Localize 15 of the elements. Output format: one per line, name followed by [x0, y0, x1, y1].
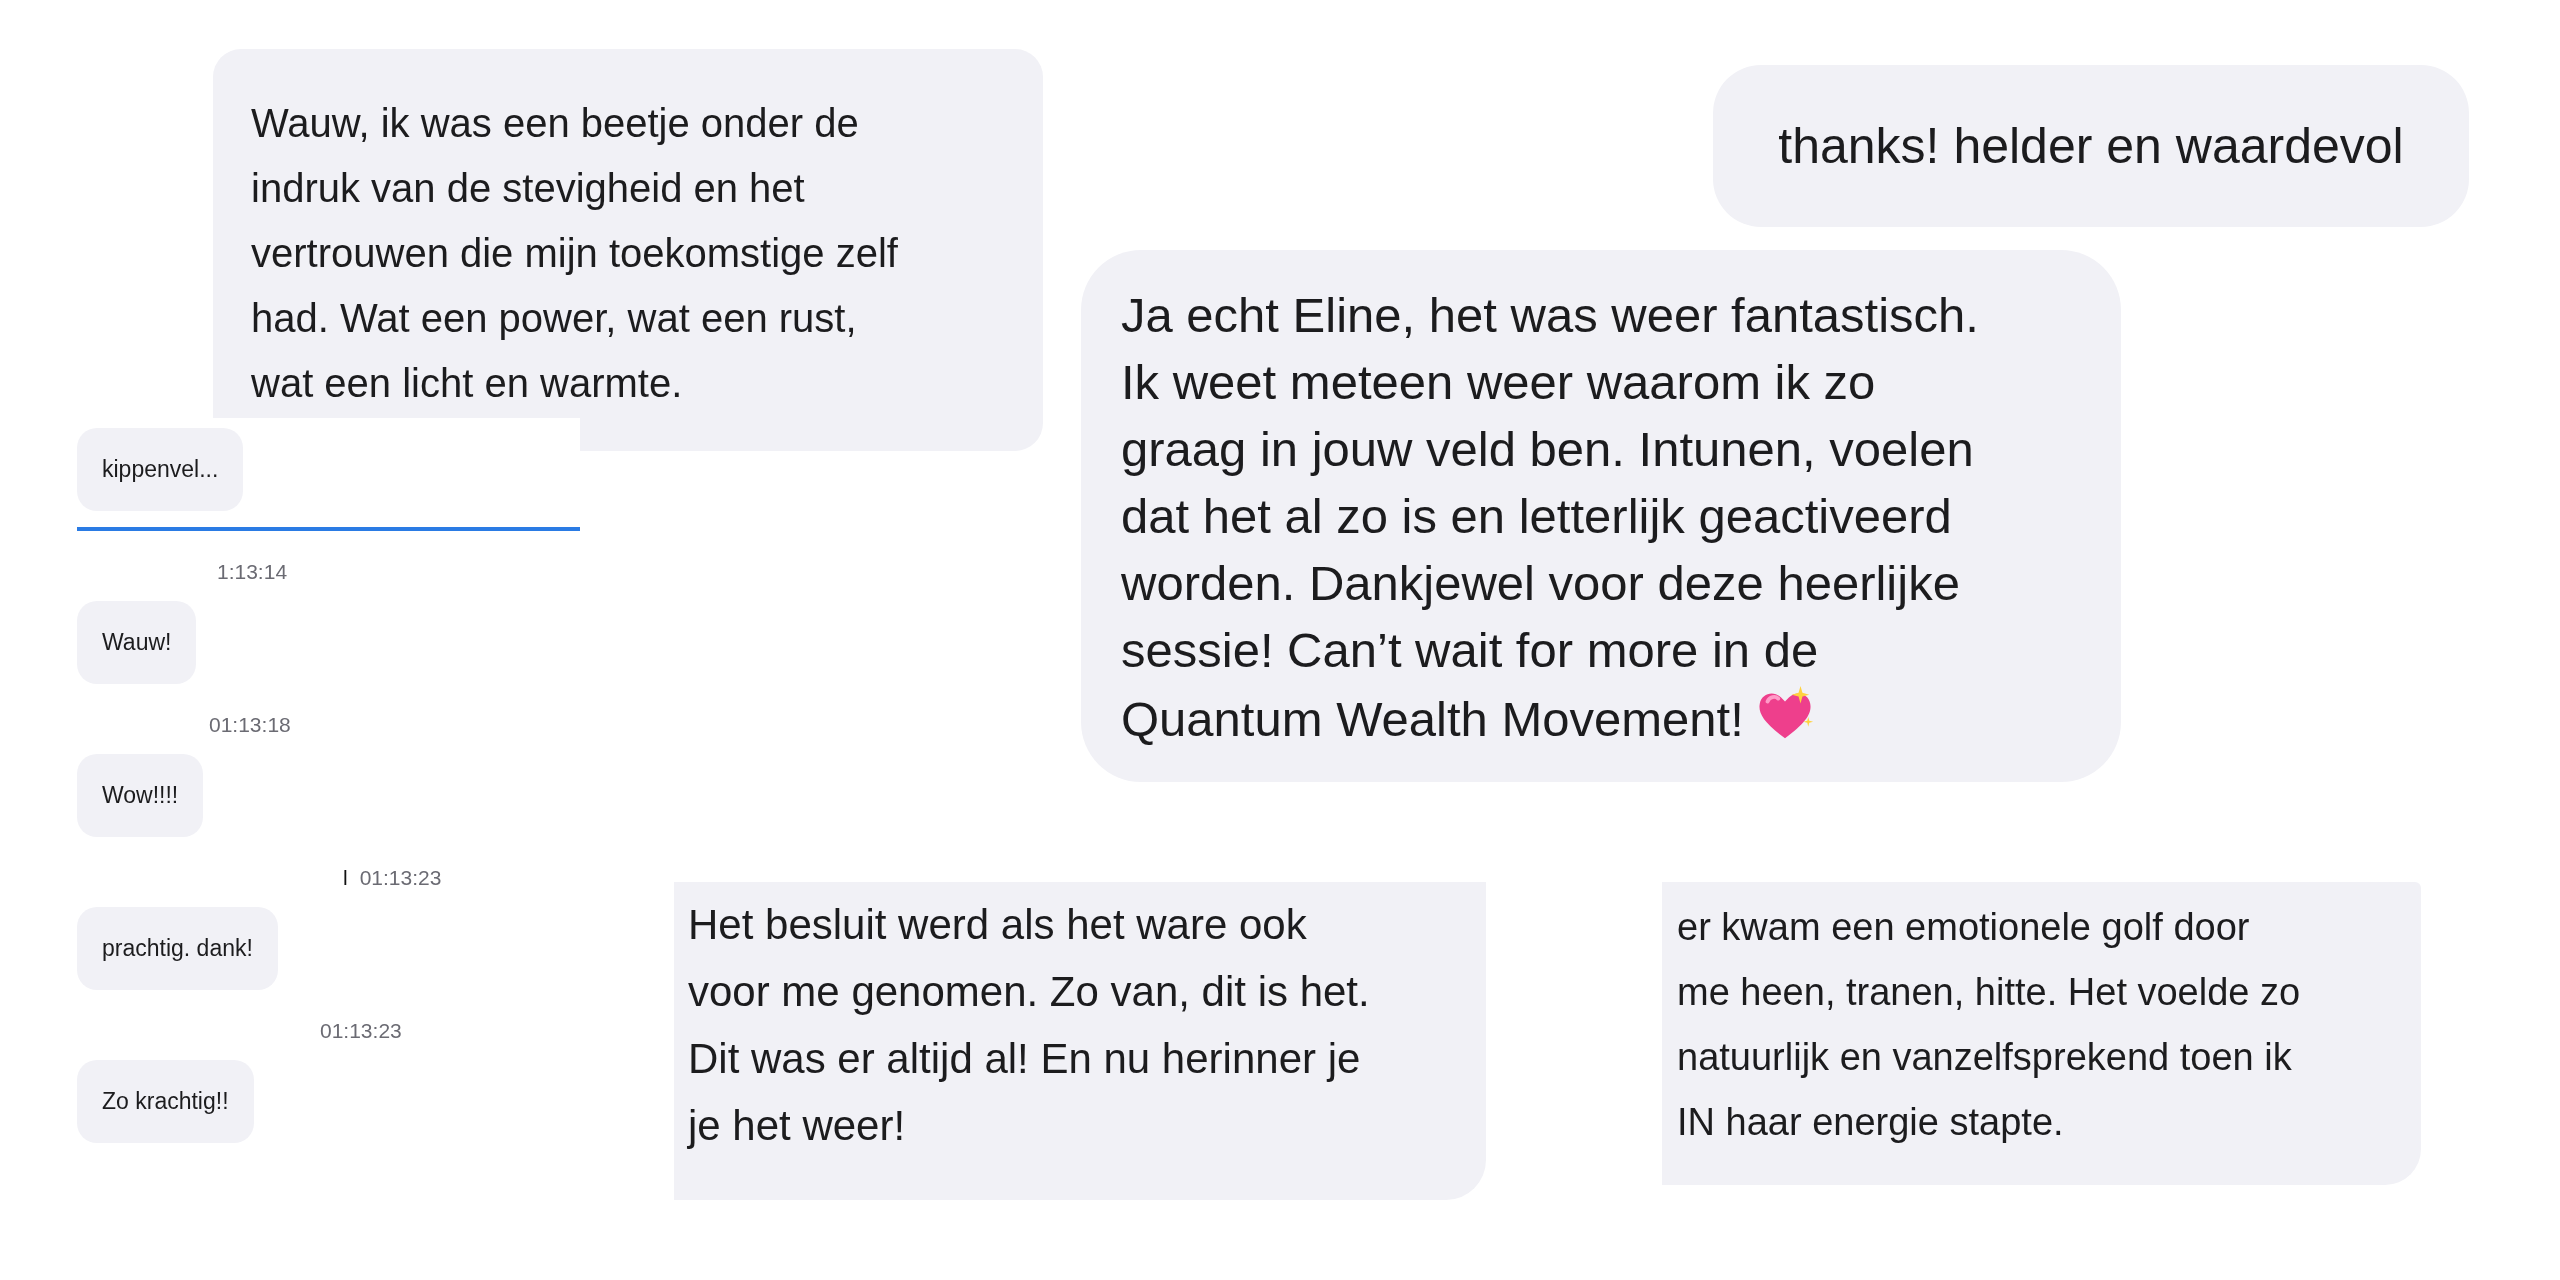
message-text: kippenvel...: [102, 455, 219, 485]
message-text: Wauw, ik was een beetje onder de indruk van de stevigheid en het vertrouwen die mijn toekomstige zelf had. Wat een power, wat een rust, wat een licht en warmte.: [251, 101, 898, 405]
message-text: er kwam een emotionele golf door me heen, tranen, hitte. Het voelde zo natuurlijk en vanzelfsprekend toen ik IN haar energie stapte.: [1677, 906, 2301, 1143]
message-time: 01:13:23: [359, 865, 442, 892]
message-time: 01:13:23: [320, 1018, 402, 1045]
message-time: 01:13:18: [209, 712, 291, 739]
message-text: Ja echt Eline, het was weer fantastisch. Ik weet meteen weer waarom ik zo graag in jouw veld ben. Intunen, voelen dat het al zo is en letterlijk geactiveerd worden. Dankjewel voor deze heerlijke sessie! Can’t wait for more in de Quantum Wealth Movement!: [1121, 288, 1979, 746]
message-time: 1:13:14: [217, 559, 288, 586]
message-text: Het besluit werd als het ware ook voor me genomen. Zo van, dit is het. Dit was er altijd al! En nu herinner je je het weer!: [688, 901, 1370, 1149]
message-text: Wow!!!!: [102, 781, 179, 811]
message-text: Wauw!: [102, 628, 172, 658]
message-text: prachtig. dank!: [102, 934, 253, 964]
sender-name-fragment: l: [343, 865, 348, 892]
message-text: thanks! helder en waardevol: [1778, 116, 2404, 176]
message-text: Zo krachtig!!: [102, 1087, 229, 1117]
